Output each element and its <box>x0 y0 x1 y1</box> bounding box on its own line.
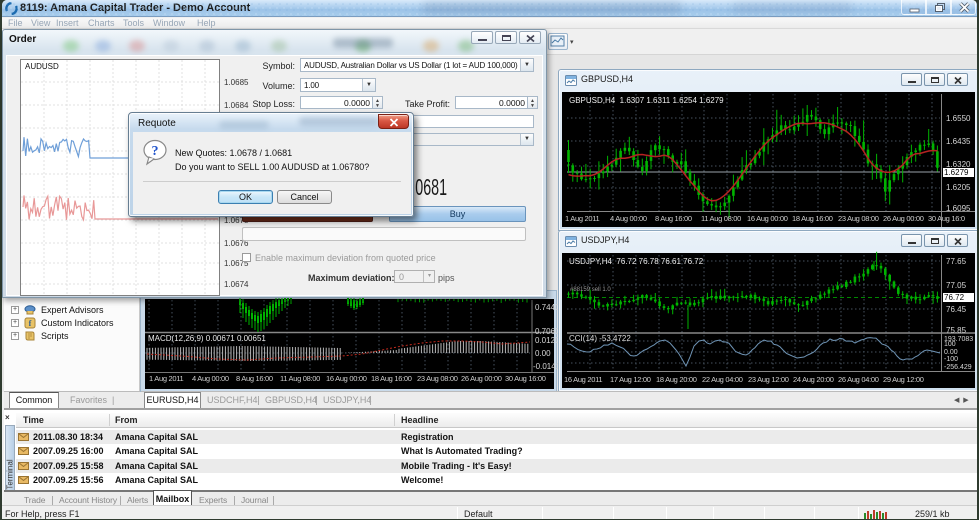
svg-text:f: f <box>29 319 32 328</box>
svg-text:?: ? <box>152 144 159 159</box>
